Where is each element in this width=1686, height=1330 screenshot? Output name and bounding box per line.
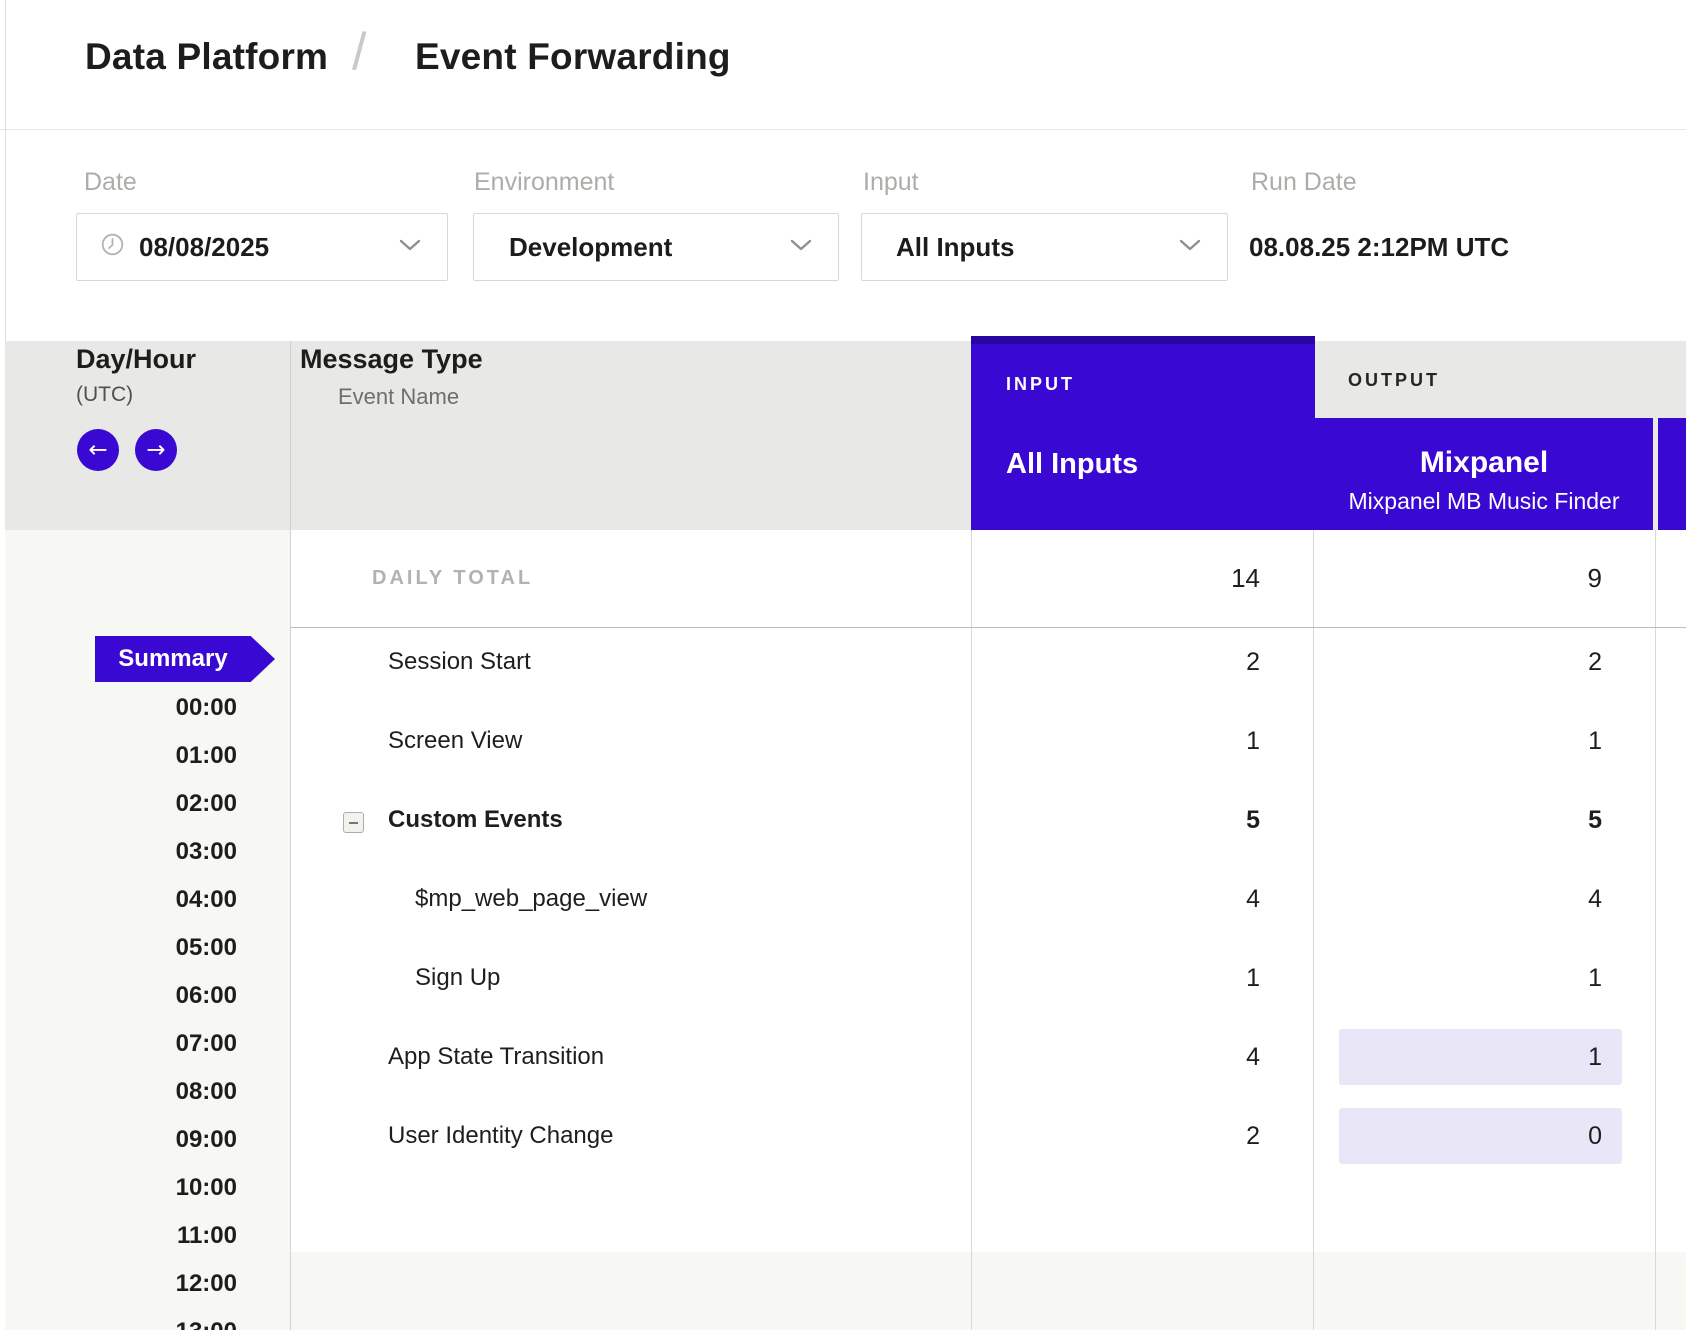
event-row-input-value: 1 [971, 713, 1260, 769]
breadcrumb-separator: / [352, 22, 366, 82]
next-column-divider [1655, 530, 1656, 1330]
page-title: Event Forwarding [415, 36, 731, 78]
hour-row-08[interactable]: 08:00 [60, 1077, 237, 1107]
summary-row-label: Summary [95, 645, 251, 673]
run-date-label: Run Date [1251, 168, 1357, 197]
daily-total-divider [290, 627, 1686, 628]
chevron-down-icon [1179, 238, 1201, 256]
breadcrumb-section[interactable]: Data Platform [85, 36, 328, 78]
environment-filter-label: Environment [474, 168, 614, 197]
chevron-down-icon [790, 238, 812, 256]
table-footer-band [290, 1252, 1686, 1330]
output-column-kicker: OUTPUT [1348, 370, 1440, 391]
event-row-label[interactable]: Screen View [388, 713, 522, 769]
daily-total-label: DAILY TOTAL [372, 530, 533, 627]
hour-row-06[interactable]: 06:00 [60, 981, 237, 1011]
event-row-label[interactable]: App State Transition [388, 1029, 604, 1085]
hour-row-12[interactable]: 12:00 [60, 1269, 237, 1299]
input-column-kicker: INPUT [1006, 374, 1075, 395]
event-row-output-value: 5 [1315, 792, 1602, 848]
event-row-input-value: 2 [971, 634, 1260, 690]
output-column-divider [1313, 530, 1314, 1330]
sidebar-divider [290, 341, 291, 1330]
next-output-column-header[interactable] [1658, 418, 1686, 530]
chevron-down-icon [399, 238, 421, 256]
hour-row-02[interactable]: 02:00 [60, 789, 237, 819]
header-divider [0, 129, 1686, 130]
input-filter-value: All Inputs [896, 232, 1014, 263]
previous-day-button[interactable]: ← [77, 429, 119, 471]
environment-value: Development [509, 232, 672, 263]
hour-row-10[interactable]: 10:00 [60, 1173, 237, 1203]
minus-square-icon[interactable] [343, 812, 364, 833]
event-row-input-value: 5 [971, 792, 1260, 848]
input-filter-label: Input [863, 168, 919, 197]
environment-dropdown[interactable]: Development [473, 213, 839, 281]
hour-row-01[interactable]: 01:00 [60, 741, 237, 771]
event-row-input-value: 4 [971, 871, 1260, 927]
output-connection-subtitle: Mixpanel MB Music Finder [1315, 488, 1653, 515]
event-row-output-value: 1 [1315, 1029, 1602, 1085]
next-day-button[interactable]: → [135, 429, 177, 471]
event-row-output-value: 2 [1315, 634, 1602, 690]
input-dropdown[interactable]: All Inputs [861, 213, 1228, 281]
hour-row-13[interactable]: 13:00 [60, 1317, 237, 1330]
day-hour-column-title: Day/Hour [76, 344, 196, 375]
hour-row-03[interactable]: 03:00 [60, 837, 237, 867]
daily-total-output-value: 9 [1315, 530, 1602, 627]
hour-row-09[interactable]: 09:00 [60, 1125, 237, 1155]
event-row-input-value: 4 [971, 1029, 1260, 1085]
summary-row-badge[interactable]: Summary [95, 636, 275, 682]
day-hour-column-subtitle: (UTC) [76, 383, 133, 407]
event-row-label[interactable]: User Identity Change [388, 1108, 613, 1164]
event-row-input-value: 1 [971, 950, 1260, 1006]
event-row-input-value: 2 [971, 1108, 1260, 1164]
event-name-column-subtitle: Event Name [338, 384, 459, 410]
event-row-output-value: 4 [1315, 871, 1602, 927]
event-row-label[interactable]: $mp_web_page_view [415, 871, 647, 927]
date-filter-label: Date [84, 168, 137, 197]
arrow-right-icon: → [146, 439, 165, 462]
hour-row-05[interactable]: 05:00 [60, 933, 237, 963]
input-column-name: All Inputs [1006, 448, 1138, 481]
daily-total-input-value: 14 [971, 530, 1260, 627]
input-column-header[interactable]: INPUT All Inputs [971, 336, 1315, 530]
event-row-output-value: 1 [1315, 950, 1602, 1006]
date-dropdown[interactable]: 08/08/2025 [76, 213, 448, 281]
hour-row-00[interactable]: 00:00 [60, 693, 237, 723]
hour-row-11[interactable]: 11:00 [60, 1221, 237, 1251]
event-forwarding-page: Data Platform / Event Forwarding Date 08… [0, 0, 1686, 1330]
date-value: 08/08/2025 [139, 232, 269, 263]
run-date-value: 08.08.25 2:12PM UTC [1249, 213, 1509, 281]
output-column-header[interactable]: Mixpanel Mixpanel MB Music Finder [1315, 418, 1653, 530]
event-row-label[interactable]: Session Start [388, 634, 531, 690]
message-type-column-title: Message Type [300, 344, 483, 375]
clock-icon [101, 233, 124, 261]
event-row-output-value: 0 [1315, 1108, 1602, 1164]
hour-row-07[interactable]: 07:00 [60, 1029, 237, 1059]
event-row-label[interactable]: Custom Events [388, 792, 563, 848]
event-row-output-value: 1 [1315, 713, 1602, 769]
hour-row-04[interactable]: 04:00 [60, 885, 237, 915]
arrow-left-icon: ← [88, 439, 107, 462]
output-connection-name: Mixpanel [1315, 446, 1653, 480]
event-row-label[interactable]: Sign Up [415, 950, 500, 1006]
